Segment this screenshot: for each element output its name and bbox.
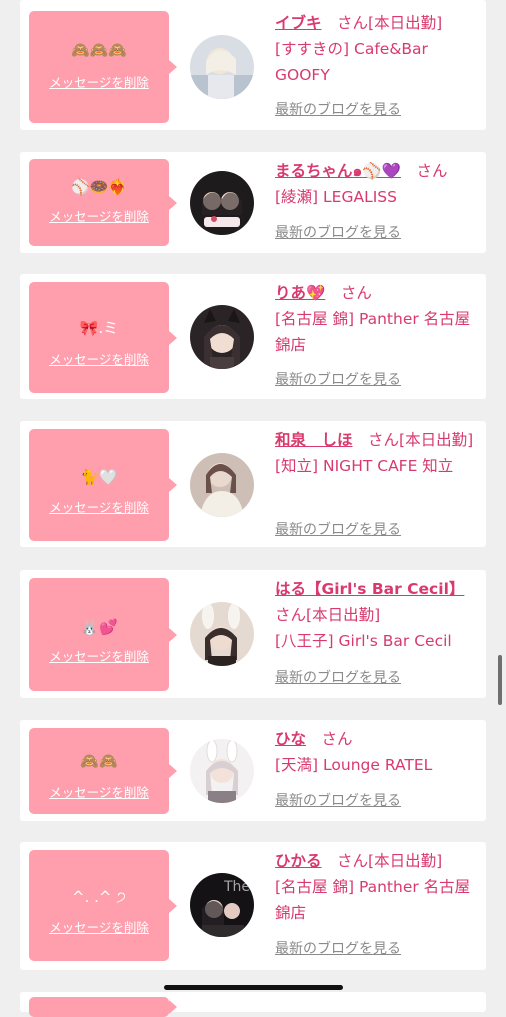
message-bubble: 🙈🙈 メッセージを削除 bbox=[29, 728, 177, 814]
honorific: さん bbox=[368, 431, 400, 449]
message-emoji: 🐰💕 bbox=[80, 618, 118, 636]
delete-message-link[interactable]: メッセージを削除 bbox=[29, 649, 169, 665]
cast-name-link[interactable]: りあ💖 bbox=[275, 284, 325, 302]
message-bubble bbox=[29, 997, 177, 1017]
message-emoji: ⚾🍩❤‍🔥 bbox=[70, 178, 128, 196]
message-card: 🙈🙈 メッセージを削除 ひな さん [天満] Lounge RATEL 最新のブ… bbox=[20, 720, 486, 821]
message-emoji: 🎀.ミ bbox=[79, 319, 119, 337]
cast-name-link[interactable]: はる【Girl's Bar Cecil】 bbox=[275, 580, 464, 598]
message-card bbox=[20, 992, 486, 1017]
message-card: ^. .^ ੭ メッセージを削除 Ther ひかる さん[本日出勤] [名古屋 … bbox=[20, 842, 486, 970]
delete-message-link[interactable]: メッセージを削除 bbox=[29, 500, 169, 516]
message-emoji: ^. .^ ੭ bbox=[72, 888, 126, 906]
message-card: 🐰💕 メッセージを削除 はる【Girl's Bar Cecil】 さん[本日出勤]… bbox=[20, 570, 486, 698]
status-label: [本日出勤] bbox=[368, 852, 443, 870]
cast-name-link[interactable]: ひな bbox=[275, 730, 306, 748]
latest-blog-link[interactable]: 最新のブログを見る bbox=[275, 521, 401, 539]
message-bubble: 🙈🙈🙈 メッセージを削除 bbox=[29, 11, 177, 123]
honorific: さん bbox=[416, 162, 448, 180]
delete-message-link[interactable]: メッセージを削除 bbox=[29, 352, 169, 368]
avatar[interactable] bbox=[190, 35, 254, 99]
honorific: さん bbox=[321, 730, 353, 748]
cast-name-link[interactable]: まるちゃん๑⚾💜 bbox=[275, 162, 401, 180]
message-card: 🎀.ミ メッセージを削除 りあ💖 さん [名古屋 錦] Panther 名古屋錦… bbox=[20, 274, 486, 399]
avatar[interactable] bbox=[190, 171, 254, 235]
message-bubble: ⚾🍩❤‍🔥 メッセージを削除 bbox=[29, 159, 177, 246]
honorific: さん bbox=[340, 284, 372, 302]
message-bubble: 🐰💕 メッセージを削除 bbox=[29, 578, 177, 691]
cast-info: イブキ さん[本日出勤] [すすきの] Cafe&Bar GOOFY bbox=[275, 10, 481, 88]
honorific: さん bbox=[337, 14, 369, 32]
message-emoji: 🙈🙈 bbox=[80, 752, 118, 770]
shop-name: [天満] Lounge RATEL bbox=[275, 756, 433, 774]
cast-name-link[interactable]: ひかる bbox=[275, 852, 322, 870]
scrollbar[interactable] bbox=[498, 655, 502, 705]
avatar[interactable] bbox=[190, 739, 254, 803]
delete-message-link[interactable]: メッセージを削除 bbox=[29, 920, 169, 936]
message-card: 🐈🤍 メッセージを削除 和泉 しほ さん[本日出勤] [知立] NIGHT CA… bbox=[20, 421, 486, 547]
message-bubble: 🐈🤍 メッセージを削除 bbox=[29, 429, 177, 541]
cast-info: ひかる さん[本日出勤] [名古屋 錦] Panther 名古屋錦店 bbox=[275, 848, 481, 926]
shop-name: [綾瀬] LEGALISS bbox=[275, 188, 397, 206]
avatar[interactable]: Ther bbox=[190, 873, 254, 937]
message-emoji: 🙈🙈🙈 bbox=[70, 41, 128, 59]
latest-blog-link[interactable]: 最新のブログを見る bbox=[275, 224, 401, 242]
message-card: 🙈🙈🙈 メッセージを削除 イブキ さん[本日出勤] [すすきの] Cafe&Ba… bbox=[20, 0, 486, 130]
status-label: [本日出勤] bbox=[306, 606, 381, 624]
avatar[interactable] bbox=[190, 453, 254, 517]
cast-info: まるちゃん๑⚾💜 さん [綾瀬] LEGALISS bbox=[275, 158, 481, 210]
cast-info: りあ💖 さん [名古屋 錦] Panther 名古屋錦店 bbox=[275, 280, 481, 358]
cast-name-link[interactable]: イブキ bbox=[275, 14, 322, 32]
shop-name: [すすきの] Cafe&Bar GOOFY bbox=[275, 40, 428, 84]
shop-name: [知立] NIGHT CAFE 知立 bbox=[275, 457, 454, 475]
latest-blog-link[interactable]: 最新のブログを見る bbox=[275, 669, 401, 687]
message-bubble: 🎀.ミ メッセージを削除 bbox=[29, 282, 177, 393]
home-indicator[interactable] bbox=[164, 985, 343, 990]
message-card: ⚾🍩❤‍🔥 メッセージを削除 まるちゃん๑⚾💜 さん [綾瀬] LEGALISS… bbox=[20, 152, 486, 253]
shop-name: [八王子] Girl's Bar Cecil bbox=[275, 632, 452, 650]
delete-message-link[interactable]: メッセージを削除 bbox=[29, 209, 169, 225]
honorific: さん bbox=[337, 852, 369, 870]
message-bubble: ^. .^ ੭ メッセージを削除 bbox=[29, 850, 177, 961]
shop-name: [名古屋 錦] Panther 名古屋錦店 bbox=[275, 310, 471, 354]
shop-name: [名古屋 錦] Panther 名古屋錦店 bbox=[275, 878, 471, 922]
delete-message-link[interactable]: メッセージを削除 bbox=[29, 75, 169, 91]
cast-info: はる【Girl's Bar Cecil】 さん[本日出勤] [八王子] Girl'… bbox=[275, 576, 481, 654]
svg-text:Ther: Ther bbox=[223, 879, 254, 895]
latest-blog-link[interactable]: 最新のブログを見る bbox=[275, 940, 401, 958]
delete-message-link[interactable]: メッセージを削除 bbox=[29, 785, 169, 801]
latest-blog-link[interactable]: 最新のブログを見る bbox=[275, 101, 401, 119]
cast-info: 和泉 しほ さん[本日出勤] [知立] NIGHT CAFE 知立 bbox=[275, 427, 481, 479]
cast-info: ひな さん [天満] Lounge RATEL bbox=[275, 726, 481, 778]
latest-blog-link[interactable]: 最新のブログを見る bbox=[275, 792, 401, 810]
status-label: [本日出勤] bbox=[368, 14, 443, 32]
message-emoji: 🐈🤍 bbox=[80, 468, 118, 486]
honorific: さん bbox=[275, 606, 307, 624]
avatar[interactable] bbox=[190, 602, 254, 666]
latest-blog-link[interactable]: 最新のブログを見る bbox=[275, 371, 401, 389]
cast-name-link[interactable]: 和泉 しほ bbox=[275, 431, 353, 449]
avatar[interactable] bbox=[190, 305, 254, 369]
status-label: [本日出勤] bbox=[399, 431, 474, 449]
